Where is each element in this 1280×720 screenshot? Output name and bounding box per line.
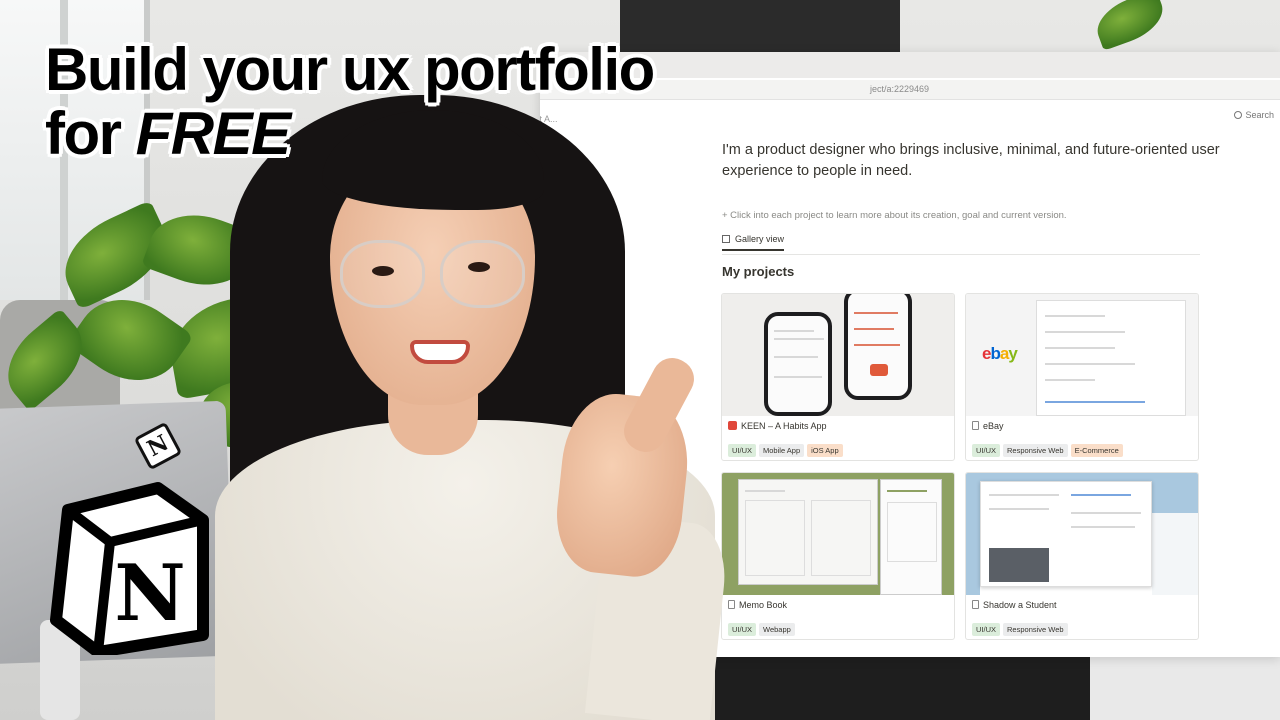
- divider: [722, 254, 1200, 255]
- card-title-text: Shadow a Student: [983, 600, 1057, 610]
- card-tags: UI/UX Webapp: [728, 619, 798, 637]
- page-icon: [972, 600, 979, 609]
- form-mockup: [1036, 300, 1186, 416]
- tag: UI/UX: [728, 444, 757, 457]
- tag: Responsive Web: [1003, 444, 1068, 457]
- notion-logo-icon: N: [50, 482, 209, 655]
- tag: Webapp: [759, 623, 795, 636]
- card-title: Memo Book: [728, 600, 787, 610]
- card-tags: UI/UX Responsive Web E-Commerce: [972, 440, 1126, 458]
- search-icon: [1234, 111, 1243, 119]
- background-door: [620, 0, 900, 52]
- right-eye: [468, 262, 490, 272]
- left-eye: [372, 266, 394, 276]
- headline-line-1: Build your ux portfolio: [45, 36, 655, 103]
- cover-background: [966, 513, 980, 595]
- headline-line-2: for FREE: [45, 102, 654, 166]
- ebay-logo: ebay: [982, 344, 1018, 363]
- page-icon: [972, 421, 979, 430]
- phone-mockup: [764, 312, 832, 416]
- search-button[interactable]: Search: [1234, 110, 1274, 120]
- tag: iOS App: [807, 444, 843, 457]
- phone-mockup: [880, 479, 942, 595]
- card-cover: [966, 473, 1198, 595]
- page-icon: [728, 600, 735, 609]
- glasses-right-lens: [440, 240, 525, 308]
- card-cover: ebay: [966, 294, 1198, 416]
- tab-label: Gallery view: [735, 234, 785, 244]
- card-title: Shadow a Student: [972, 600, 1057, 610]
- tag: UI/UX: [972, 623, 1001, 636]
- card-tags: UI/UX Mobile App iOS App: [728, 440, 846, 458]
- gallery-icon: [722, 235, 730, 243]
- tag: UI/UX: [972, 444, 1001, 457]
- tag: Mobile App: [759, 444, 805, 457]
- smile: [410, 340, 470, 364]
- search-label: Search: [1245, 110, 1274, 120]
- tag: UI/UX: [728, 623, 757, 636]
- board-mockup: [738, 479, 878, 585]
- card-title: KEEN – A Habits App: [728, 421, 827, 431]
- webpage-mockup: [980, 481, 1152, 587]
- tab-gallery-view[interactable]: Gallery view: [722, 234, 785, 251]
- url-text: ject/a:2229469: [870, 84, 930, 94]
- headline-emphasis: FREE: [135, 100, 292, 167]
- card-title-text: Memo Book: [739, 600, 788, 610]
- tag: E-Commerce: [1070, 444, 1123, 457]
- headline: Build your ux portfolio for FREE: [45, 36, 655, 166]
- card-title-text: eBay: [983, 421, 1004, 431]
- card-title: eBay: [972, 421, 1004, 431]
- cover-background: [1152, 513, 1198, 595]
- tag: Responsive Web: [1003, 623, 1068, 636]
- phone-mockup: [844, 294, 912, 400]
- card-cover: [722, 294, 954, 416]
- card-cover: [722, 473, 954, 595]
- card-tags: UI/UX Responsive Web: [972, 619, 1071, 637]
- card-title-text: KEEN – A Habits App: [741, 421, 827, 431]
- project-card-ebay[interactable]: ebay eBay UI/UX Responsive Web E-Commerce: [965, 293, 1199, 461]
- section-title: My projects: [722, 264, 795, 279]
- project-card-memo-book[interactable]: Memo Book UI/UX Webapp: [721, 472, 955, 640]
- headline-prefix: for: [45, 100, 136, 167]
- project-card-keen[interactable]: KEEN – A Habits App UI/UX Mobile App iOS A…: [721, 293, 955, 461]
- notion-logo-letter: N: [114, 548, 185, 639]
- hint-text: + Click into each project to learn more …: [722, 210, 1067, 221]
- calendar-icon: [728, 421, 737, 430]
- background-floor-light: [1090, 655, 1280, 720]
- intro-text: I'm a product designer who brings inclus…: [722, 142, 1220, 179]
- project-card-shadow-a-student[interactable]: Shadow a Student UI/UX Responsive Web: [965, 472, 1199, 640]
